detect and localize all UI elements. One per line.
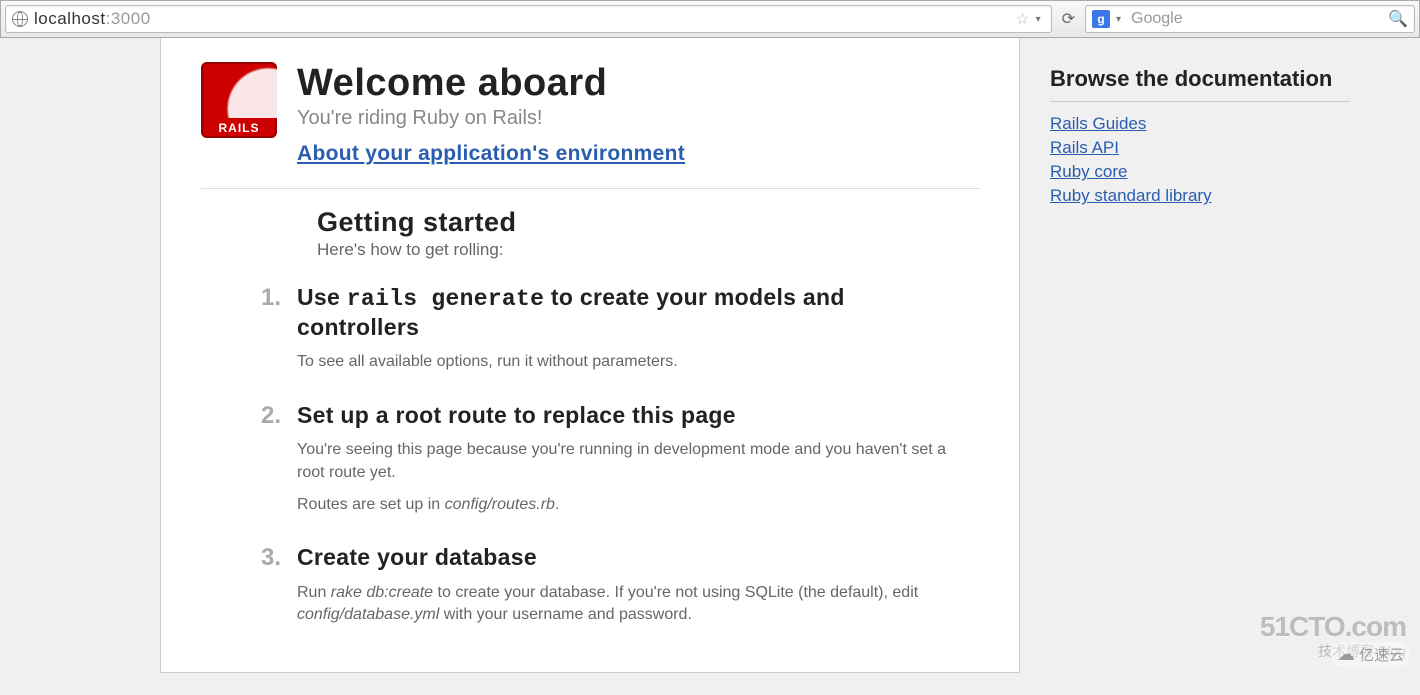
step-item: Create your database Run rake db:create … (297, 544, 979, 626)
step-title: Create your database (297, 544, 949, 572)
globe-icon (12, 11, 28, 27)
welcome-header: RAILS Welcome aboard You're riding Ruby … (201, 62, 979, 166)
page-body: RAILS Welcome aboard You're riding Ruby … (0, 38, 1420, 673)
sidebar-link-list: Rails Guides Rails API Ruby core Ruby st… (1050, 114, 1350, 206)
divider (1050, 101, 1350, 102)
sidebar-link-rails-guides[interactable]: Rails Guides (1050, 114, 1146, 133)
sidebar-link-rails-api[interactable]: Rails API (1050, 138, 1119, 157)
url-host: localhost (34, 9, 106, 28)
step-title: Set up a root route to replace this page (297, 402, 949, 430)
getting-started-section: Getting started Here's how to get rollin… (317, 207, 979, 260)
sidebar-heading: Browse the documentation (1050, 66, 1350, 91)
url-bar[interactable]: localhost:3000 ☆ ▾ (5, 5, 1052, 33)
search-icon[interactable]: 🔍 (1388, 9, 1408, 29)
step-para: To see all available options, run it wit… (297, 351, 949, 373)
chevron-down-icon[interactable]: ▾ (1116, 14, 1121, 25)
page-title: Welcome aboard (297, 62, 685, 105)
search-placeholder: Google (1131, 10, 1382, 28)
sidebar-link-ruby-core[interactable]: Ruby core (1050, 162, 1127, 181)
step-para: Run rake db:create to create your databa… (297, 582, 949, 627)
about-environment-link[interactable]: About your application's environment (297, 142, 685, 166)
chevron-down-icon[interactable]: ▾ (1036, 14, 1041, 25)
page-subtitle: You're riding Ruby on Rails! (297, 107, 685, 130)
sidebar-link-ruby-stdlib[interactable]: Ruby standard library (1050, 186, 1212, 205)
url-port: :3000 (106, 9, 151, 28)
steps-list: Use rails generate to create your models… (297, 284, 979, 627)
step-title: Use rails generate to create your models… (297, 284, 949, 341)
divider (201, 188, 979, 189)
browser-search-bar[interactable]: g ▾ Google 🔍 (1085, 5, 1415, 33)
doc-sidebar: Browse the documentation Rails Guides Ra… (1050, 38, 1350, 673)
getting-started-heading: Getting started (317, 207, 979, 238)
browser-toolbar: localhost:3000 ☆ ▾ ⟳ g ▾ Google 🔍 (0, 0, 1420, 38)
getting-started-sub: Here's how to get rolling: (317, 240, 979, 260)
main-content-panel: RAILS Welcome aboard You're riding Ruby … (160, 38, 1020, 673)
bookmark-star-icon[interactable]: ☆ (1015, 9, 1029, 29)
step-item: Use rails generate to create your models… (297, 284, 979, 374)
step-para: You're seeing this page because you're r… (297, 439, 949, 484)
url-text: localhost:3000 (34, 9, 151, 29)
step-item: Set up a root route to replace this page… (297, 402, 979, 517)
step-para: Routes are set up in config/routes.rb. (297, 494, 949, 516)
rails-logo: RAILS (201, 62, 277, 138)
search-provider-icon[interactable]: g (1092, 10, 1110, 28)
reload-icon[interactable]: ⟳ (1056, 9, 1081, 29)
rails-logo-text: RAILS (201, 121, 277, 135)
